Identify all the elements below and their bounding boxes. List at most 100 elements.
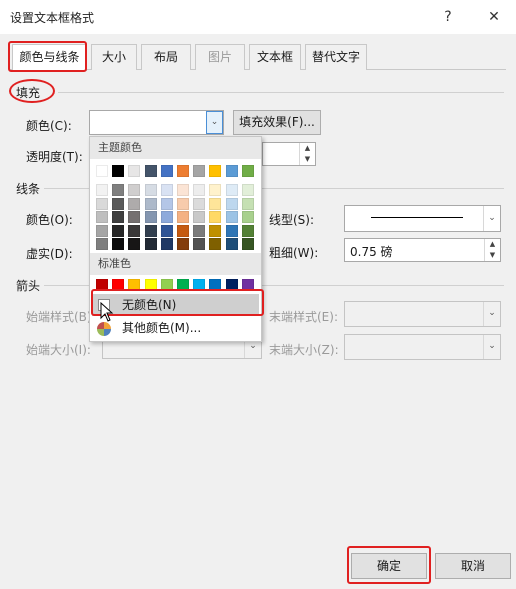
spinner-arrows[interactable]: ▲ ▼: [484, 239, 500, 261]
standard-colors-header: 标准色: [90, 253, 261, 275]
theme-shade-swatch[interactable]: [241, 211, 254, 223]
end-style-label: 末端样式(E):: [269, 310, 338, 324]
highlight-tab-annotation: [8, 41, 87, 72]
theme-shade-swatch[interactable]: [225, 197, 238, 210]
theme-shade-swatch[interactable]: [128, 224, 141, 237]
fill-effects-button[interactable]: 填充效果(F)...: [233, 110, 321, 135]
theme-color-swatch[interactable]: [128, 165, 141, 177]
theme-shade-swatch[interactable]: [209, 197, 222, 210]
theme-shade-swatch[interactable]: [177, 197, 189, 210]
end-size-combo: ⌄: [344, 334, 501, 360]
spin-up-icon[interactable]: ▲: [300, 143, 315, 154]
line-style-label: 线型(S):: [269, 213, 315, 227]
theme-shade-swatch[interactable]: [112, 211, 125, 223]
theme-shade-swatch[interactable]: [193, 211, 206, 223]
theme-shade-swatch[interactable]: [96, 211, 108, 223]
theme-shade-swatch[interactable]: [241, 224, 254, 237]
theme-color-swatch[interactable]: [241, 165, 254, 177]
theme-color-swatch[interactable]: [96, 165, 108, 177]
theme-shade-swatch[interactable]: [144, 197, 157, 210]
begin-style-label: 始端样式(B):: [26, 310, 96, 324]
line-weight-value: 0.75 磅: [350, 245, 393, 259]
theme-shade-swatch[interactable]: [209, 211, 222, 223]
theme-shade-swatch[interactable]: [144, 238, 157, 250]
theme-shade-swatch[interactable]: [160, 184, 173, 196]
theme-shade-swatch[interactable]: [177, 224, 189, 237]
theme-color-swatch[interactable]: [177, 165, 189, 177]
tab-alt-text[interactable]: 替代文字: [305, 44, 367, 70]
theme-shade-swatch[interactable]: [160, 211, 173, 223]
spin-down-icon[interactable]: ▼: [485, 250, 500, 261]
fill-circle-annotation: [9, 79, 55, 103]
theme-shade-swatch[interactable]: [225, 238, 238, 250]
spin-up-icon[interactable]: ▲: [485, 239, 500, 250]
line-style-combo[interactable]: ⌄: [344, 205, 501, 232]
spinner-arrows[interactable]: ▲ ▼: [299, 143, 315, 165]
theme-shade-swatch[interactable]: [241, 184, 254, 196]
mouse-cursor-icon: [100, 301, 114, 325]
theme-shade-swatch[interactable]: [225, 211, 238, 223]
theme-shade-swatch[interactable]: [193, 224, 206, 237]
theme-shade-swatch[interactable]: [112, 238, 125, 250]
theme-shade-swatch[interactable]: [160, 197, 173, 210]
theme-shade-swatch[interactable]: [144, 184, 157, 196]
tab-size[interactable]: 大小: [91, 44, 137, 70]
theme-shade-swatch[interactable]: [128, 184, 141, 196]
theme-colors-header: 主题颜色: [90, 137, 261, 159]
theme-shade-swatch[interactable]: [144, 211, 157, 223]
theme-shade-swatch[interactable]: [144, 224, 157, 237]
theme-color-swatch[interactable]: [112, 165, 125, 177]
dashed-label: 虚实(D):: [26, 247, 73, 261]
theme-shade-swatch[interactable]: [96, 224, 108, 237]
theme-shade-swatch[interactable]: [96, 238, 108, 250]
chevron-down-icon[interactable]: ⌄: [206, 111, 223, 134]
tab-picture: 图片: [195, 44, 245, 70]
end-style-combo: ⌄: [344, 301, 501, 327]
theme-shade-swatch[interactable]: [160, 238, 173, 250]
theme-shade-swatch[interactable]: [241, 238, 254, 250]
theme-shade-swatch[interactable]: [209, 238, 222, 250]
theme-color-swatch[interactable]: [209, 165, 222, 177]
theme-shade-swatch[interactable]: [177, 211, 189, 223]
cancel-button[interactable]: 取消: [435, 553, 511, 579]
theme-shade-swatch[interactable]: [209, 224, 222, 237]
tab-layout[interactable]: 布局: [141, 44, 191, 70]
theme-shade-swatch[interactable]: [112, 197, 125, 210]
fill-color-combo[interactable]: ⌄: [89, 110, 224, 135]
theme-shade-swatch[interactable]: [112, 184, 125, 196]
theme-shade-swatch[interactable]: [112, 224, 125, 237]
theme-shade-swatch[interactable]: [241, 197, 254, 210]
theme-shade-swatch[interactable]: [96, 197, 108, 210]
line-weight-spinner[interactable]: 0.75 磅 ▲ ▼: [344, 238, 501, 262]
more-colors-item[interactable]: 其他颜色(M)...: [92, 317, 259, 339]
theme-shade-swatch[interactable]: [177, 238, 189, 250]
tab-textbox[interactable]: 文本框: [249, 44, 301, 70]
theme-shade-swatch[interactable]: [128, 197, 141, 210]
close-icon[interactable]: ✕: [479, 2, 509, 32]
theme-shade-swatch[interactable]: [193, 238, 206, 250]
theme-shade-swatch[interactable]: [128, 211, 141, 223]
theme-shade-swatch[interactable]: [160, 224, 173, 237]
line-section-title: 线条: [16, 182, 41, 196]
theme-shade-swatch[interactable]: [225, 224, 238, 237]
theme-shade-swatch[interactable]: [96, 184, 108, 196]
spin-down-icon[interactable]: ▼: [300, 154, 315, 165]
theme-shade-swatch[interactable]: [225, 184, 238, 196]
begin-size-label: 始端大小(I):: [26, 343, 91, 357]
theme-shade-swatch[interactable]: [209, 184, 222, 196]
theme-color-swatch[interactable]: [144, 165, 157, 177]
help-button[interactable]: ?: [433, 2, 463, 32]
theme-color-swatch[interactable]: [160, 165, 173, 177]
theme-color-swatch[interactable]: [193, 165, 206, 177]
chevron-down-icon: ⌄: [483, 302, 500, 326]
end-size-label: 末端大小(Z):: [269, 343, 339, 357]
fill-color-label: 颜色(C):: [26, 119, 72, 133]
theme-shade-swatch[interactable]: [193, 184, 206, 196]
theme-color-swatch[interactable]: [225, 165, 238, 177]
theme-shade-swatch[interactable]: [128, 238, 141, 250]
chevron-down-icon[interactable]: ⌄: [483, 206, 500, 231]
theme-shade-swatch[interactable]: [177, 184, 189, 196]
theme-shade-swatch[interactable]: [193, 197, 206, 210]
line-style-sample: [371, 217, 463, 218]
transparency-spinner[interactable]: ▲ ▼: [262, 142, 316, 166]
